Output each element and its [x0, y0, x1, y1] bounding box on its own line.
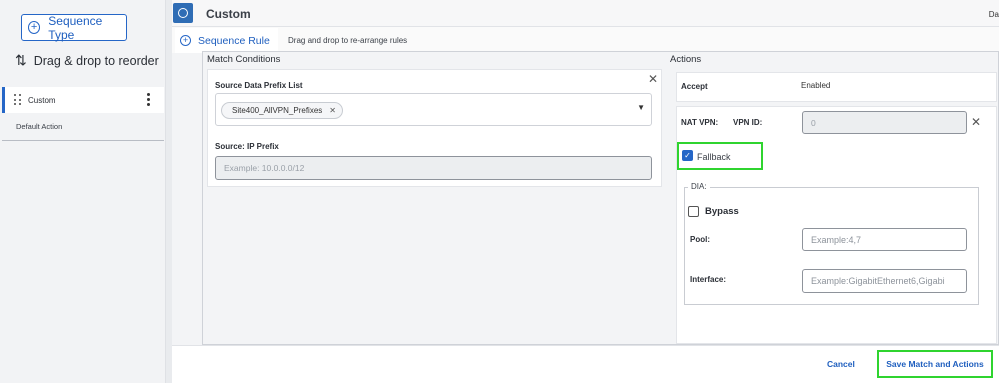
- sort-arrows-icon: ⇅: [15, 52, 27, 68]
- reorder-hint-text: Drag & drop to reorder: [33, 53, 159, 68]
- sequence-type-label: Sequence Type: [48, 13, 103, 42]
- match-conditions-title: Match Conditions: [207, 54, 281, 65]
- more-options-icon[interactable]: [147, 93, 150, 106]
- pool-label: Pool:: [690, 235, 710, 244]
- accept-label: Accept: [681, 82, 708, 91]
- fallback-checkbox[interactable]: ✓: [682, 150, 693, 161]
- source-data-prefix-list-label: Source Data Prefix List: [215, 81, 303, 90]
- tab-sequence-rule[interactable]: + Sequence Rule: [175, 28, 278, 53]
- default-action-item[interactable]: Default Action: [16, 122, 62, 131]
- tab-sequence-rule-label: Sequence Rule: [198, 34, 270, 47]
- save-match-and-actions-button[interactable]: Save Match and Actions: [877, 350, 993, 378]
- source-ip-prefix-input[interactable]: Example: 10.0.0.0/12: [215, 156, 652, 180]
- sequence-sidebar: + Sequence Type ⇅ Drag & drop to reorder…: [0, 0, 166, 383]
- page-title: Custom: [206, 7, 251, 21]
- editor-footer: Cancel Save Match and Actions: [172, 345, 999, 383]
- sequence-type-button[interactable]: + Sequence Type: [21, 13, 127, 42]
- dropdown-caret-icon[interactable]: ▼: [637, 103, 645, 112]
- pool-input[interactable]: Example:4,7: [802, 228, 967, 251]
- dia-label: DIA:: [688, 182, 710, 191]
- header-right-text: Da: [988, 10, 999, 19]
- add-circle-icon: +: [180, 35, 191, 46]
- cancel-button[interactable]: Cancel: [827, 359, 855, 369]
- selected-prefix-chip: Site400_AllVPN_Prefixes ✕: [221, 102, 343, 119]
- sequence-item-custom[interactable]: Custom: [2, 87, 164, 113]
- close-match-condition-icon[interactable]: ✕: [648, 72, 658, 86]
- rearrange-hint: Drag and drop to re-arrange rules: [288, 36, 408, 45]
- add-circle-icon: +: [28, 21, 41, 34]
- drag-handle-icon[interactable]: [14, 94, 22, 106]
- close-nat-vpn-icon[interactable]: ✕: [971, 115, 981, 129]
- reorder-hint: ⇅ Drag & drop to reorder: [15, 52, 159, 69]
- accept-panel: [676, 72, 997, 102]
- editor-header: Custom Da: [172, 0, 999, 27]
- vpn-id-input[interactable]: 0: [802, 111, 967, 134]
- sequence-editor: Custom Da + Sequence Rule Drag and drop …: [172, 0, 999, 383]
- nat-vpn-label: NAT VPN:: [681, 118, 719, 127]
- source-data-prefix-list-select[interactable]: Site400_AllVPN_Prefixes ✕ ▼: [215, 93, 652, 126]
- accept-status: Enabled: [801, 81, 831, 90]
- tab-bar: + Sequence Rule Drag and drop to re-arra…: [172, 27, 999, 53]
- interface-input[interactable]: Example:GigabitEthernet6,Gigabi: [802, 269, 967, 293]
- sequence-item-label: Custom: [28, 95, 56, 105]
- rule-content: Match Conditions ✕ Source Data Prefix Li…: [202, 51, 999, 345]
- actions-title: Actions: [670, 54, 702, 65]
- bypass-checkbox[interactable]: [688, 206, 699, 217]
- source-ip-prefix-label: Source: IP Prefix: [215, 142, 279, 151]
- selected-prefix-label: Site400_AllVPN_Prefixes: [232, 106, 323, 115]
- divider: [2, 140, 164, 141]
- policy-icon: [173, 3, 193, 23]
- remove-chip-icon[interactable]: ✕: [329, 106, 336, 115]
- vpn-id-label: VPN ID:: [733, 118, 763, 127]
- fallback-label: Fallback: [697, 152, 731, 162]
- bypass-label: Bypass: [705, 206, 739, 217]
- interface-label: Interface:: [690, 275, 727, 284]
